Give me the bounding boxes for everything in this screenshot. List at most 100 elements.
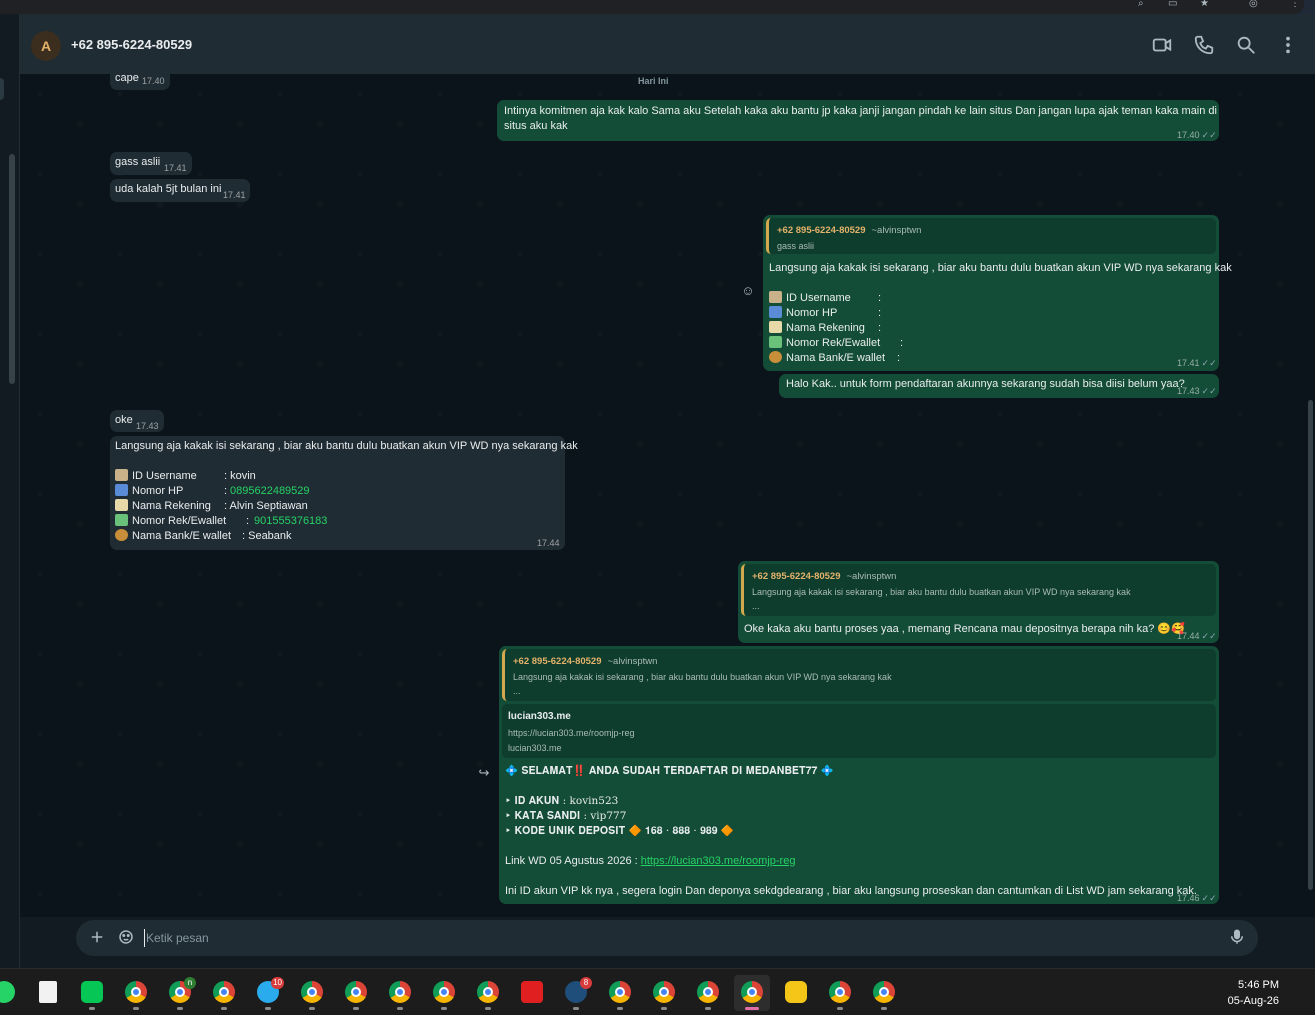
taskbar-app-15[interactable]: 8 [558, 975, 594, 1011]
account-number-link[interactable]: 901555376183 [254, 514, 327, 529]
taskbar-chrome-2[interactable]: n [162, 975, 198, 1011]
chrome-icon [301, 981, 323, 1003]
taskbar-line[interactable] [74, 975, 110, 1011]
voice-call-icon[interactable] [1193, 34, 1215, 56]
message-time: 17.40 ✓✓ [1177, 130, 1217, 140]
message-text: Langsung aja kakak isi sekarang , biar a… [769, 262, 1232, 274]
system-clock[interactable]: 5:46 PM 05-Aug-26 [1228, 977, 1279, 1009]
message-outgoing[interactable]: Halo Kak.. untuk form pendaftaran akunny… [779, 374, 1219, 398]
chrome-icon [741, 981, 763, 1003]
id-card-emoji [769, 291, 782, 303]
password-line: ‣ 𝐊𝐀𝐓𝐀 𝐒𝐀𝐍𝐃𝐈 : vip777 [505, 810, 627, 822]
phone-number-link[interactable]: 0895622489529 [230, 484, 310, 499]
browser-top-strip: ⌕ ▭ ★ ◎ ⋮ [0, 0, 1315, 14]
promo-headline: 💠 𝐒𝐄𝐋𝐀𝐌𝐀𝐓‼️ 𝐀𝐍𝐃𝐀 𝐒𝐔𝐃𝐀𝐇 𝐓𝐄𝐑𝐃𝐀𝐅𝐓𝐀𝐑 𝐃𝐈 𝐌𝐄𝐃𝐀… [505, 765, 834, 777]
forward-icon[interactable]: ↪ [477, 766, 491, 780]
more-options-icon[interactable] [1277, 34, 1299, 56]
taskbar-chrome-7[interactable] [426, 975, 462, 1011]
running-indicator [837, 1007, 843, 1010]
message-incoming[interactable]: oke 17.43 [110, 410, 164, 432]
sticker-icon[interactable] [117, 928, 135, 946]
taskbar-app-yellow[interactable] [778, 975, 814, 1011]
taskbar-chrome-4[interactable] [294, 975, 330, 1011]
double-check-icon: ✓✓ [1201, 631, 1217, 641]
attach-plus-icon[interactable] [88, 928, 106, 946]
taskbar-chrome-active[interactable] [734, 975, 770, 1011]
form-field: ID Username: [769, 291, 881, 306]
profile-icon[interactable]: ◎ [1249, 0, 1263, 9]
message-list-scrollbar[interactable] [1308, 400, 1313, 890]
message-incoming[interactable]: uda kalah 5jt bulan ini 17.41 [110, 179, 250, 202]
message-time: 17.41 [164, 163, 187, 173]
search-icon[interactable]: ⌕ [1138, 0, 1152, 9]
message-text: Langsung aja kakak isi sekarang , biar a… [115, 440, 578, 452]
message-outgoing-form[interactable]: +62 895-6224-80529 ~alvinsptwn gass aslii… [763, 215, 1232, 371]
clock-date: 05-Aug-26 [1227, 995, 1279, 1007]
message-outgoing-link[interactable]: +62 895-6224-80529 ~alvinsptwn Langsung a… [499, 646, 1219, 904]
taskbar-chrome-8[interactable] [470, 975, 506, 1011]
form-field: Nama Rekening: Alvin Septiawan [115, 499, 308, 514]
chrome-icon [477, 981, 499, 1003]
deposit-code-line: ‣ 𝐊𝐎𝐃𝐄 𝐔𝐍𝐈𝐊 𝐃𝐄𝐏𝐎𝐒𝐈𝐓 🔶 𝟏𝟔𝟖 · 𝟖𝟖𝟖 · 𝟗𝟖𝟗 🔶 [505, 825, 734, 837]
message-outgoing[interactable]: Intinya komitmen aja kak kalo Sama aku S… [497, 100, 1219, 141]
running-indicator [485, 1007, 491, 1010]
taskbar-chrome-3[interactable] [206, 975, 242, 1011]
search-icon[interactable] [1235, 34, 1257, 56]
avatar[interactable]: A [31, 31, 61, 61]
taskbar-file[interactable] [30, 975, 66, 1011]
phone-emoji [115, 484, 128, 496]
message-incoming-form[interactable]: Langsung aja kakak isi sekarang , biar a… [110, 436, 578, 550]
cast-icon[interactable]: ▭ [1168, 0, 1182, 9]
taskbar-chrome-9[interactable] [602, 975, 638, 1011]
message-time: 17.44 [537, 538, 560, 548]
form-field: Nomor Rek/Ewallet: [769, 336, 903, 351]
taskbar-chrome-1[interactable] [118, 975, 154, 1011]
running-indicator [265, 1007, 271, 1010]
message-input[interactable] [144, 929, 1204, 947]
profile-badge: n [184, 977, 196, 989]
message-text: uda kalah 5jt bulan ini [115, 183, 222, 195]
menu-icon[interactable]: ⋮ [1290, 0, 1304, 9]
taskbar-chrome-10[interactable] [646, 975, 682, 1011]
message-incoming[interactable]: gass aslii 17.41 [110, 152, 192, 175]
quote-sender: +62 895-6224-80529 ~alvinsptwn [752, 571, 897, 582]
emoji-reaction-icon[interactable]: ☺ [741, 284, 755, 298]
taskbar: n 10 8 5:46 PM 05-Aug-26 [0, 968, 1315, 1015]
wd-link[interactable]: https://lucian303.me/roomjp-reg [641, 855, 796, 867]
quoted-message[interactable]: +62 895-6224-80529 ~alvinsptwn Langsung a… [741, 564, 1216, 616]
quoted-message[interactable]: +62 895-6224-80529 ~alvinsptwn Langsung a… [502, 649, 1216, 701]
memo-emoji [769, 321, 782, 333]
quoted-message[interactable]: +62 895-6224-80529 ~alvinsptwn gass aslii [766, 218, 1216, 254]
running-indicator [309, 1007, 315, 1010]
taskbar-chrome-5[interactable] [338, 975, 374, 1011]
chrome-icon [873, 981, 895, 1003]
contact-name[interactable]: +62 895-6224-80529 [71, 37, 192, 52]
running-indicator [617, 1007, 623, 1010]
taskbar-chrome-6[interactable] [382, 975, 418, 1011]
app-icon [785, 981, 807, 1003]
unread-badge: 8 [580, 977, 592, 989]
quote-ellipsis: ... [513, 686, 521, 696]
phone-emoji [769, 306, 782, 318]
taskbar-telegram[interactable]: 10 [250, 975, 286, 1011]
taskbar-chrome-11[interactable] [690, 975, 726, 1011]
microphone-icon[interactable] [1228, 928, 1246, 946]
taskbar-chrome-12[interactable] [822, 975, 858, 1011]
message-outgoing[interactable]: +62 895-6224-80529 ~alvinsptwn Langsung a… [738, 561, 1219, 643]
message-incoming[interactable]: cape 17.40 [110, 74, 170, 90]
running-indicator [881, 1007, 887, 1010]
wps-icon [521, 981, 543, 1003]
taskbar-wps[interactable] [514, 975, 550, 1011]
message-time: 17.41 ✓✓ [1177, 358, 1217, 368]
chatlist-scrollbar[interactable] [9, 154, 15, 384]
video-call-icon[interactable] [1151, 34, 1173, 56]
taskbar-whatsapp[interactable] [0, 975, 22, 1011]
running-indicator [661, 1007, 667, 1010]
star-icon[interactable]: ★ [1200, 0, 1214, 9]
whatsapp-icon [0, 981, 15, 1003]
taskbar-chrome-13[interactable] [866, 975, 902, 1011]
link-preview[interactable]: lucian303.me https://lucian303.me/roomjp… [502, 704, 1216, 758]
quote-sender: +62 895-6224-80529 ~alvinsptwn [513, 656, 658, 667]
money-bag-emoji [115, 529, 128, 541]
message-list[interactable]: Hari Ini cape 17.40 Intinya komitmen aja… [20, 74, 1315, 917]
